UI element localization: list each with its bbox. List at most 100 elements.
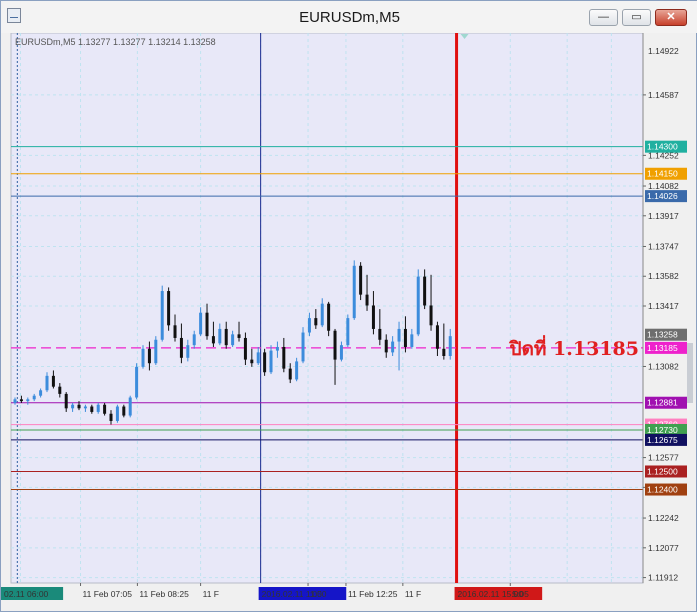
time-axis-label: 11 Feb 12:25 [348, 589, 398, 599]
candle-body [135, 366, 139, 398]
candle-body [243, 337, 247, 360]
title-bar[interactable]: EURUSDm,M5 — ▭ ✕ [1, 1, 697, 33]
minimize-icon: — [598, 11, 609, 23]
price-tag-label: 1.12675 [647, 435, 678, 445]
price-tag-label: 1.14150 [647, 169, 678, 179]
price-axis-label: 1.14082 [648, 181, 679, 191]
price-axis-label: 1.13747 [648, 241, 679, 251]
candle-body [96, 404, 100, 412]
candle-body [115, 406, 119, 421]
candle-body [45, 375, 49, 391]
price-axis-label: 1.13917 [648, 211, 679, 221]
time-axis-label: 11 F [203, 589, 219, 599]
price-tag-label: 1.12500 [647, 466, 678, 476]
candle-body [263, 352, 267, 373]
time-axis-label: 11 Feb 08:25 [139, 589, 189, 599]
candle-body [192, 334, 196, 346]
price-tag-label: 1.12400 [647, 485, 678, 495]
candle-body [64, 393, 68, 409]
candle-body [423, 276, 427, 306]
candle-body [250, 359, 254, 364]
candle-body [77, 404, 81, 409]
time-axis-label: 11 Feb 07:05 [83, 589, 133, 599]
plot-area [10, 33, 644, 584]
candle-body [224, 328, 228, 346]
close-price-annotation: ปิดที่ 1.13185 [509, 335, 639, 360]
candle-body [295, 361, 299, 380]
vertical-scroll-thumb[interactable] [687, 343, 693, 403]
candle-body [32, 395, 36, 400]
price-axis-label: 1.14587 [648, 90, 679, 100]
close-icon: ✕ [666, 11, 676, 23]
candle-body [39, 390, 43, 396]
candle-body [359, 265, 363, 295]
candle-body [397, 328, 401, 342]
candle-body [167, 291, 171, 326]
candle-body [51, 375, 55, 387]
candle-body [371, 305, 375, 329]
candle-body [448, 336, 452, 356]
maximize-button[interactable]: ▭ [622, 9, 651, 26]
candle-body [58, 386, 62, 394]
price-axis-label: 1.13082 [648, 361, 679, 371]
candle-body [327, 303, 331, 331]
price-chart[interactable]: 1.145871.142521.140821.139171.137471.135… [1, 33, 696, 611]
candle-body [403, 328, 407, 347]
candle-body [256, 352, 260, 364]
price-axis-label: 1.12577 [648, 453, 679, 463]
price-tag-label: 1.12730 [647, 425, 678, 435]
time-axis-label: 11 F [405, 589, 421, 599]
price-tag-label: 1.12881 [647, 398, 678, 408]
candle-body [307, 318, 311, 333]
candle-body [90, 406, 94, 412]
candle-body [128, 397, 132, 416]
price-tag-label: 1.14300 [647, 142, 678, 152]
candle-body [384, 339, 388, 353]
maximize-icon: ▭ [631, 11, 642, 23]
candle-body [19, 399, 23, 402]
price-axis-top-label: 1.14922 [648, 46, 679, 56]
candle-body [179, 337, 183, 358]
chart-window: EURUSDm,M5 — ▭ ✕ 1.14587 1.14252 1.14082 1.… [0, 0, 697, 612]
candle-body [160, 291, 164, 340]
candle-body [339, 345, 343, 360]
candle-body [391, 341, 395, 353]
close-button[interactable]: ✕ [655, 9, 687, 26]
candle-body [320, 303, 324, 326]
candle-body [103, 404, 107, 414]
candle-body [275, 346, 279, 351]
price-axis-label: 1.13582 [648, 271, 679, 281]
minimize-button[interactable]: — [589, 9, 618, 26]
price-axis-label: 1.13417 [648, 301, 679, 311]
price-axis-label: 1.12242 [648, 513, 679, 523]
candle-body [352, 265, 356, 319]
time-tag-label: 02.11 06:00 [4, 589, 49, 599]
candle-body [199, 312, 203, 335]
candle-body [410, 334, 414, 347]
candle-body [218, 328, 222, 344]
price-axis-label: 1.11912 [648, 573, 678, 583]
candle-body [13, 399, 17, 403]
candle-body [314, 318, 318, 326]
candle-body [346, 318, 350, 346]
candle-body [435, 325, 439, 349]
price-tag-label: 1.14026 [647, 191, 678, 201]
candle-body [71, 404, 75, 409]
candle-body [147, 348, 151, 364]
candle-body [333, 330, 337, 360]
price-tag-label: 1.13185 [647, 343, 678, 353]
time-axis-label: 5:05 [512, 589, 529, 599]
candle-body [83, 406, 87, 409]
candle-body [173, 325, 177, 338]
candle-body [141, 348, 145, 367]
candle-body [122, 406, 126, 416]
candle-body [26, 399, 30, 402]
candle-body [442, 348, 446, 356]
candle-body [416, 276, 420, 335]
candle-body [378, 328, 382, 340]
candle-body [237, 334, 241, 338]
symbol-info-label: EURUSDm,M5 1.13277 1.13277 1.13214 1.132… [15, 37, 216, 47]
candle-body [301, 332, 305, 362]
candle-body [109, 413, 113, 421]
candle-body [231, 334, 235, 346]
